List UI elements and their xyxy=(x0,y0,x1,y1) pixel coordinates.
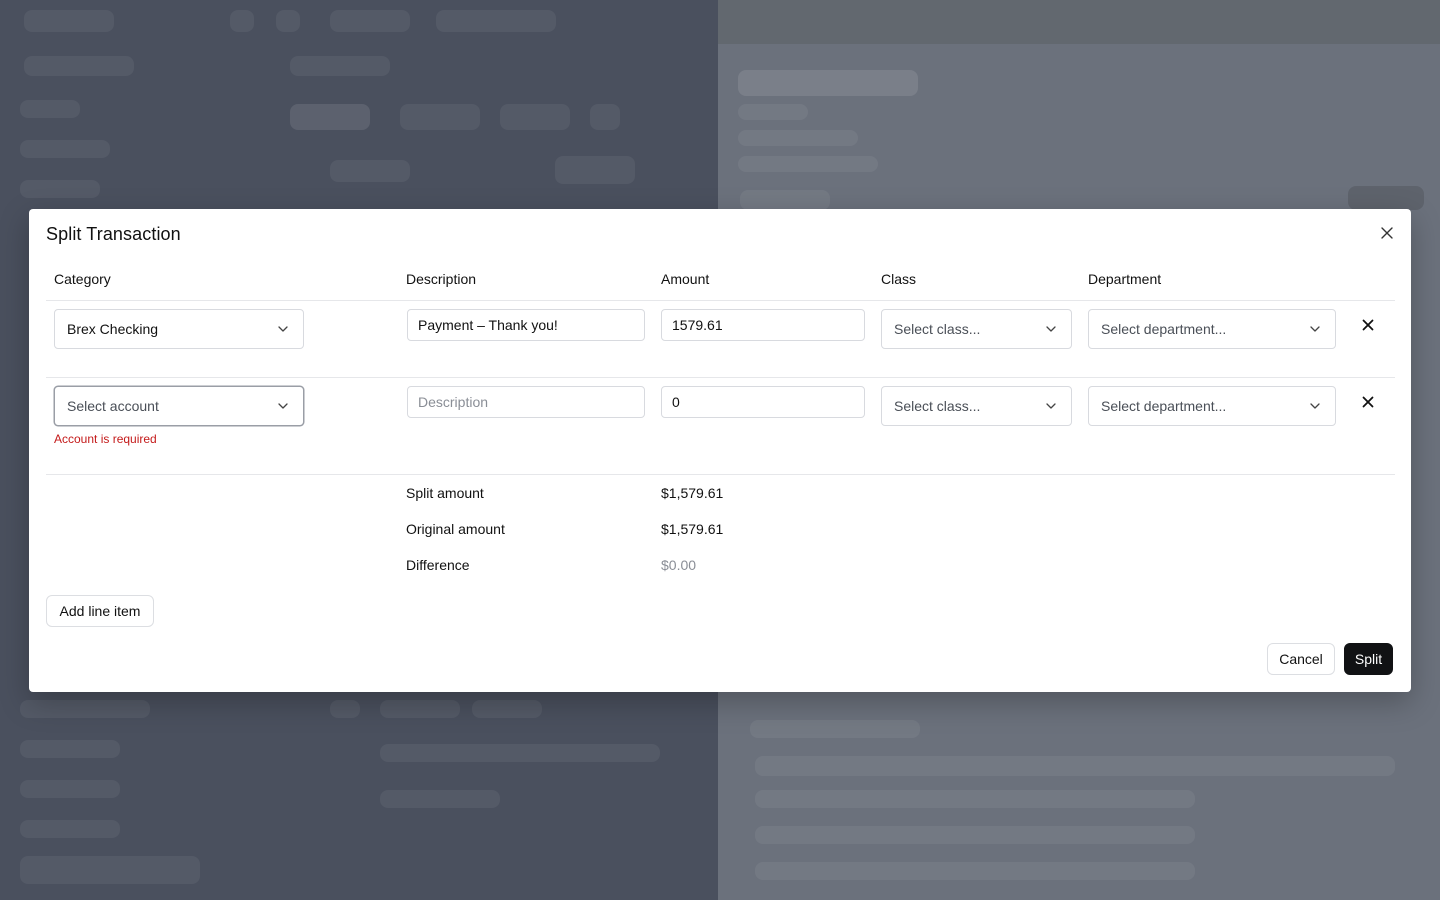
description-input[interactable] xyxy=(407,386,645,418)
column-header-category: Category xyxy=(54,271,111,287)
account-select[interactable]: Select account xyxy=(54,386,304,426)
department-select-value: Select department... xyxy=(1101,321,1227,337)
amount-input[interactable] xyxy=(661,309,865,341)
header-divider xyxy=(46,300,1395,301)
original-amount-label: Original amount xyxy=(406,521,505,537)
close-icon[interactable] xyxy=(1377,223,1397,243)
department-select[interactable]: Select department... xyxy=(1088,309,1336,349)
account-select-value: Select account xyxy=(67,398,159,414)
original-amount-value: $1,579.61 xyxy=(661,521,724,537)
column-header-amount: Amount xyxy=(661,271,710,287)
class-select-value: Select class... xyxy=(894,321,981,337)
summary-divider xyxy=(46,474,1395,475)
chevron-down-icon xyxy=(275,398,291,414)
column-header-class: Class xyxy=(881,271,917,287)
account-required-error: Account is required xyxy=(54,432,157,446)
column-header-department: Department xyxy=(1088,271,1162,287)
remove-line-item-icon[interactable] xyxy=(1358,315,1378,335)
dialog-title: Split Transaction xyxy=(46,224,181,244)
department-select-value: Select department... xyxy=(1101,398,1227,414)
split-button[interactable]: Split xyxy=(1344,643,1393,675)
add-line-item-button[interactable]: Add line item xyxy=(46,595,154,627)
chevron-down-icon xyxy=(1307,398,1323,414)
background-app-right-header xyxy=(718,0,1440,44)
class-select[interactable]: Select class... xyxy=(881,386,1072,426)
difference-value: $0.00 xyxy=(661,557,697,573)
split-amount-value: $1,579.61 xyxy=(661,485,724,501)
department-select[interactable]: Select department... xyxy=(1088,386,1336,426)
chevron-down-icon xyxy=(275,321,291,337)
split-transaction-dialog: Split Transaction Category Description A… xyxy=(29,209,1411,692)
remove-line-item-icon[interactable] xyxy=(1358,392,1378,412)
split-amount-label: Split amount xyxy=(406,485,484,501)
category-select-value: Brex Checking xyxy=(67,321,159,337)
difference-label: Difference xyxy=(406,557,470,573)
class-select[interactable]: Select class... xyxy=(881,309,1072,349)
amount-input[interactable] xyxy=(661,386,865,418)
row-divider xyxy=(46,377,1395,378)
category-select[interactable]: Brex Checking xyxy=(54,309,304,349)
chevron-down-icon xyxy=(1043,321,1059,337)
chevron-down-icon xyxy=(1307,321,1323,337)
chevron-down-icon xyxy=(1043,398,1059,414)
class-select-value: Select class... xyxy=(894,398,981,414)
column-header-description: Description xyxy=(406,271,477,287)
description-input[interactable] xyxy=(407,309,645,341)
cancel-button[interactable]: Cancel xyxy=(1267,643,1335,675)
